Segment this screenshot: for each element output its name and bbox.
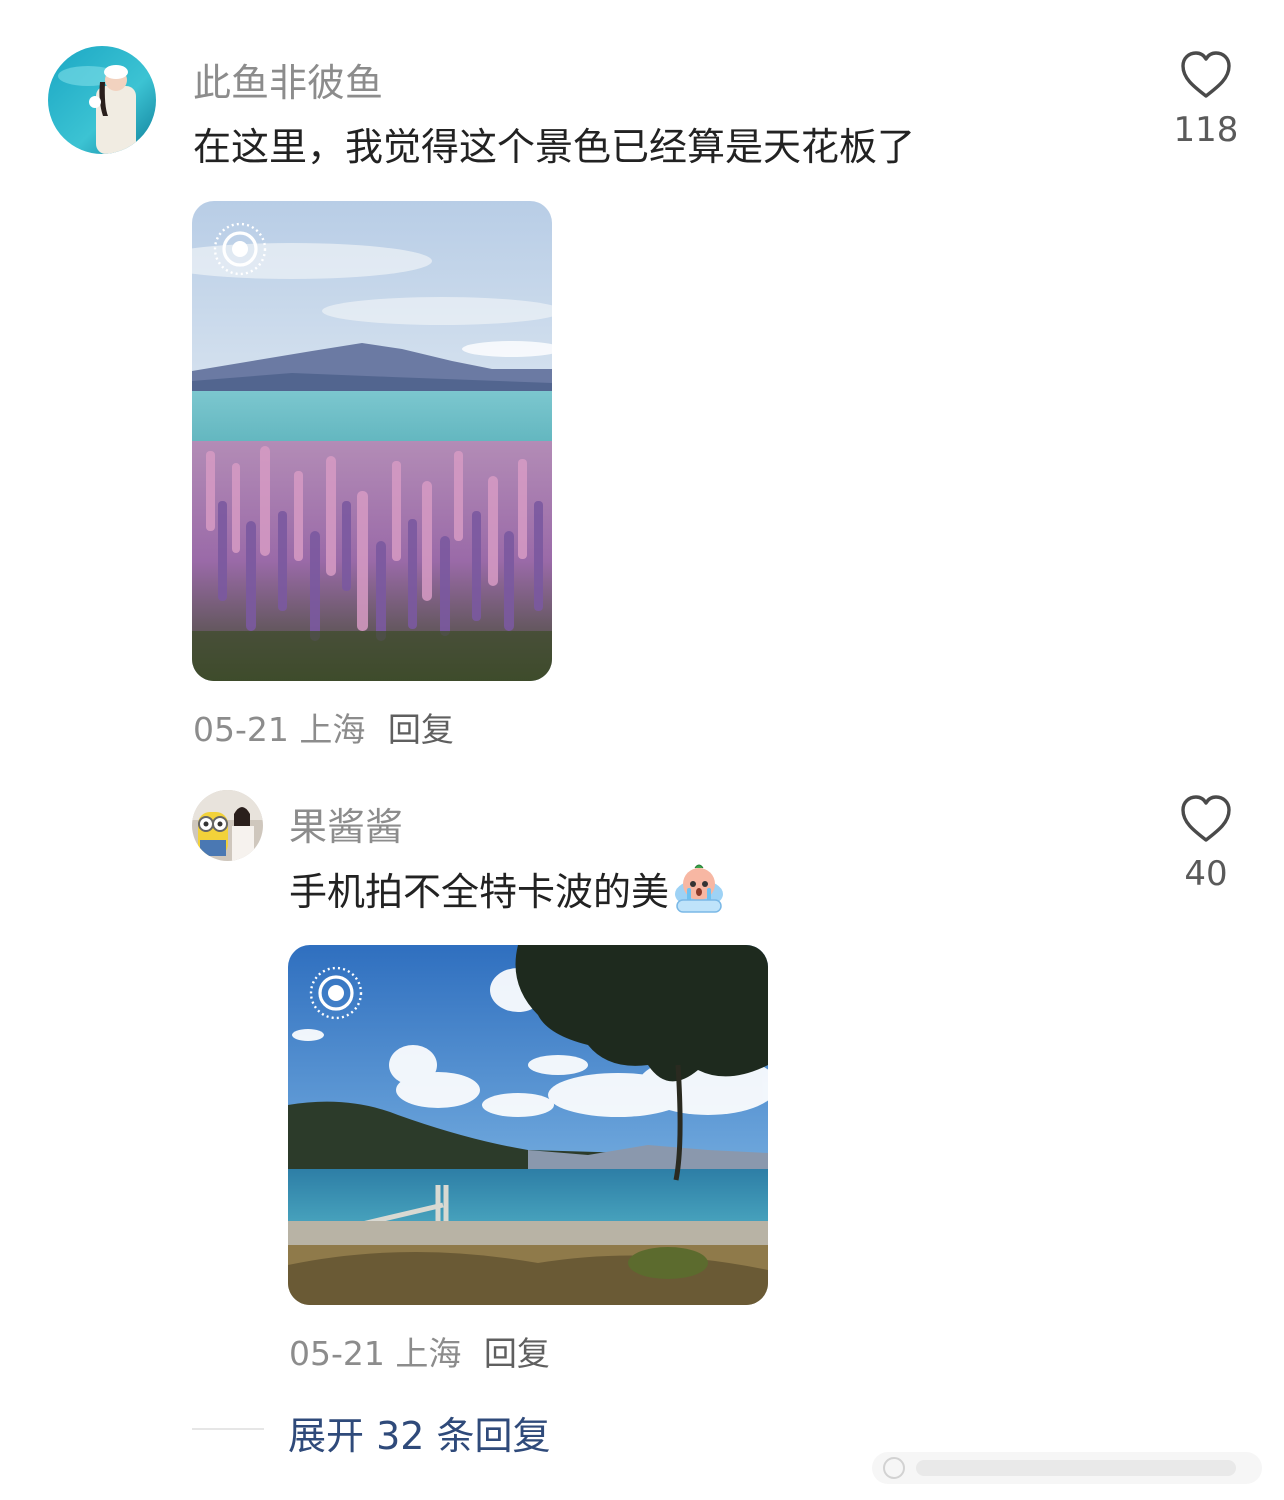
- comment-text: 在这里，我觉得这个景色已经算是天花板了: [193, 125, 916, 169]
- reply-item: 果酱酱 手机拍不全特卡波的美 40 05-21 上海 回复: [0, 760, 1284, 1390]
- avatar[interactable]: [48, 46, 156, 154]
- expand-replies-link[interactable]: 展开 32 条回复: [288, 1405, 551, 1460]
- like-count: 118: [1173, 110, 1239, 150]
- watermark-logo: [872, 1452, 1262, 1484]
- comment-date: 05-21: [193, 710, 289, 749]
- like-button[interactable]: 118: [1166, 50, 1246, 150]
- username[interactable]: 此鱼非彼鱼: [193, 52, 383, 107]
- comment-meta: 05-21 上海 回复: [193, 703, 454, 751]
- reply-location: 上海: [395, 1334, 462, 1373]
- username[interactable]: 果酱酱: [289, 796, 403, 851]
- crying-face-emoji: [675, 864, 724, 913]
- reply-text: 手机拍不全特卡波的美: [289, 869, 670, 914]
- comment-photo[interactable]: [192, 201, 552, 681]
- reply-text-row: 手机拍不全特卡波的美: [289, 860, 727, 916]
- comment-location: 上海: [299, 710, 366, 749]
- heart-icon[interactable]: [1179, 50, 1233, 100]
- heart-icon[interactable]: [1179, 794, 1233, 844]
- live-photo-icon: [213, 222, 267, 276]
- comment-item: 此鱼非彼鱼 在这里，我觉得这个景色已经算是天花板了 118 05-21 上海 回…: [0, 0, 1284, 760]
- reply-photo[interactable]: [288, 945, 768, 1305]
- reply-button[interactable]: 回复: [484, 1334, 550, 1373]
- reply-button[interactable]: 回复: [388, 710, 454, 749]
- reply-meta: 05-21 上海 回复: [289, 1327, 550, 1375]
- avatar[interactable]: [192, 790, 263, 861]
- reply-date: 05-21: [289, 1334, 385, 1373]
- expand-divider: [192, 1428, 264, 1430]
- like-count: 40: [1184, 854, 1228, 894]
- like-button[interactable]: 40: [1166, 794, 1246, 894]
- live-photo-icon: [309, 966, 363, 1020]
